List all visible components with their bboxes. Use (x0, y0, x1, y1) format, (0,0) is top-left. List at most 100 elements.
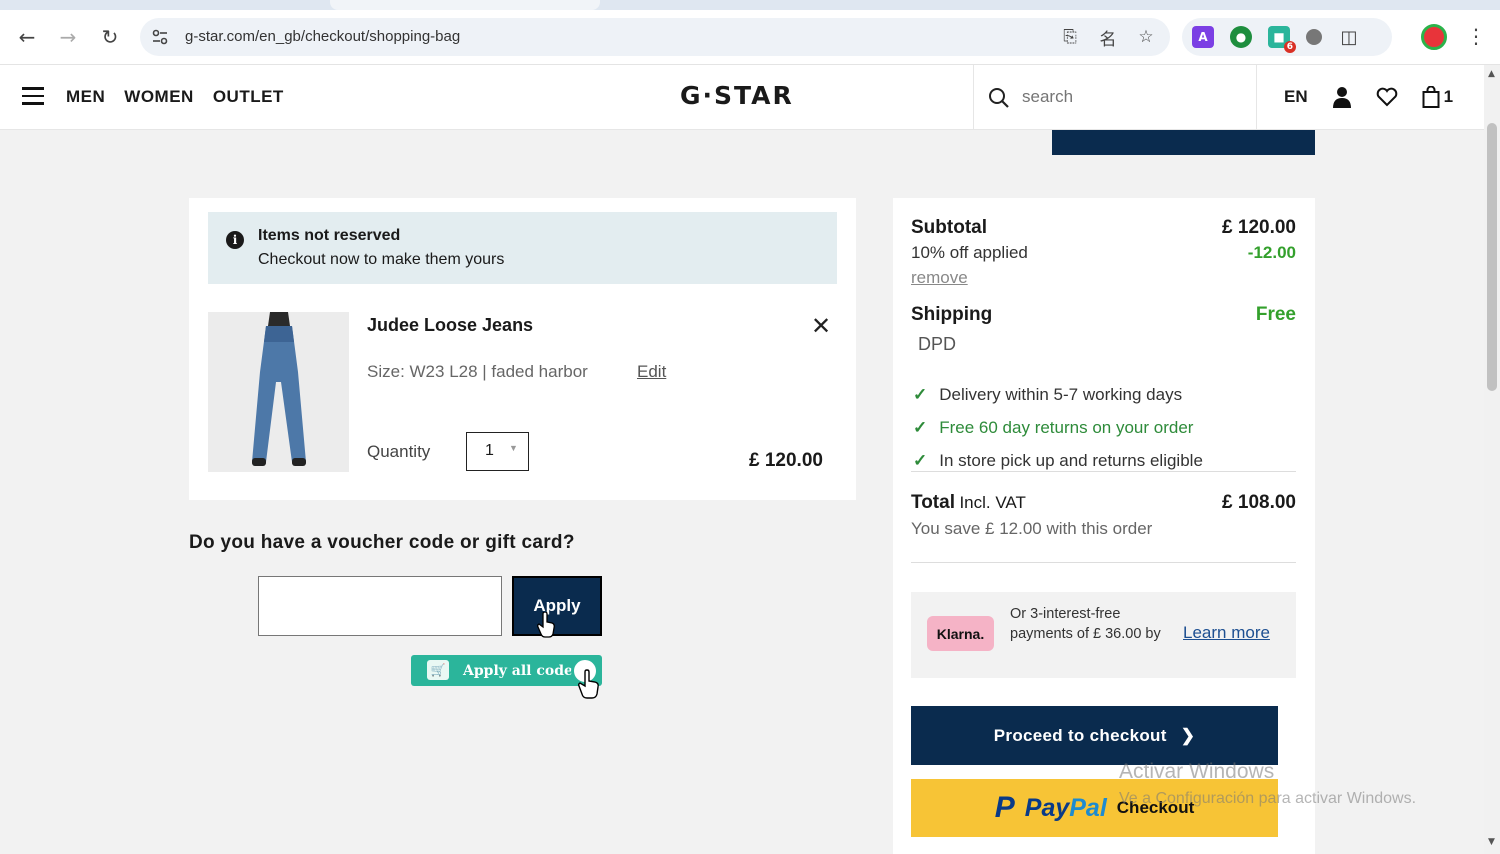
extension-honey-icon[interactable]: ■ 6 (1268, 26, 1296, 53)
reload-icon[interactable]: ↻ (95, 22, 125, 52)
tab-strip (0, 0, 1500, 10)
checkmark-icon: ✓ (913, 417, 928, 437)
forward-icon[interactable]: → (53, 22, 83, 52)
active-tab[interactable] (330, 0, 600, 10)
shipping-carrier: DPD (918, 334, 957, 354)
top-checkout-button-fragment[interactable] (1052, 130, 1315, 155)
extension-a-icon[interactable]: A (1192, 26, 1214, 48)
extension-badge: 6 (1283, 41, 1296, 53)
nav-men[interactable]: MEN (66, 87, 105, 107)
voucher-code-input[interactable] (258, 576, 502, 636)
browser-menu-icon[interactable]: ⋮ (1466, 24, 1486, 48)
install-app-icon[interactable]: ⎘ (1058, 25, 1082, 49)
nav-women[interactable]: WOMEN (124, 87, 194, 107)
shipping-value: Free (1255, 304, 1296, 325)
extension-grammar-icon[interactable]: ● (1230, 26, 1252, 48)
notice-subtitle: Checkout now to make them yours (258, 251, 505, 268)
benefits-list: ✓ Delivery within 5-7 working days ✓ Free … (913, 378, 1203, 477)
total-suffix: Incl. VAT (959, 493, 1026, 512)
extensions-puzzle-icon[interactable]: ◫ (1338, 26, 1360, 48)
watermark-line-1: Activar Windows (1119, 760, 1275, 783)
remove-discount-link[interactable]: remove (911, 268, 968, 288)
apply-all-codes-label: Apply all codes (463, 662, 581, 679)
checkmark-icon: ✓ (913, 384, 928, 404)
windows-activation-watermark: Activar Windows Ve a Configuración para … (1119, 760, 1416, 808)
remove-item-close-icon[interactable]: ✕ (811, 312, 831, 340)
voucher-title: Do you have a voucher code or gift card? (189, 532, 575, 553)
paypal-wordmark: PayPal (1025, 794, 1107, 823)
extensions-area: A ● ■ 6 ◫ (1182, 18, 1392, 56)
reservation-notice: i Items not reserved Checkout now to mak… (208, 212, 837, 284)
chevron-right-icon: ❯ (1180, 725, 1196, 745)
benefit-text: In store pick up and returns eligible (939, 450, 1203, 470)
bag-item-card: i Items not reserved Checkout now to mak… (189, 198, 856, 500)
subtotal-value: £ 120.00 (1222, 217, 1296, 238)
proceed-to-checkout-button[interactable]: Proceed to checkout ❯ (911, 706, 1278, 765)
savings-text: You save £ 12.00 with this order (911, 519, 1153, 538)
chevron-down-icon: ▼ (509, 443, 518, 453)
translate-icon[interactable]: 名 (1096, 25, 1120, 50)
list-item: ✓ Free 60 day returns on your order (913, 411, 1203, 444)
nav-outlet[interactable]: OUTLET (213, 87, 284, 107)
watermark-line-2: Ve a Configuración para activar Windows. (1119, 790, 1417, 807)
total-label-group: Total Incl. VAT (911, 492, 1026, 514)
apply-all-codes-button[interactable]: 🛒 Apply all codes (411, 655, 602, 686)
edit-item-link[interactable]: Edit (637, 362, 666, 382)
hamburger-menu-icon[interactable] (22, 87, 44, 105)
gstar-logo[interactable]: G·STAR (680, 81, 794, 110)
total-value: £ 108.00 (1222, 492, 1296, 513)
site-header: MEN WOMEN OUTLET G·STAR EN 1 (0, 65, 1484, 130)
scrollbar-thumb[interactable] (1487, 123, 1497, 391)
language-selector[interactable]: EN (1284, 87, 1308, 107)
account-icon[interactable] (1332, 86, 1352, 108)
paypal-pal: Pal (1069, 793, 1107, 822)
divider (911, 562, 1296, 563)
item-price: £ 120.00 (749, 450, 823, 471)
back-icon[interactable]: ← (12, 22, 42, 52)
order-summary: Subtotal £ 120.00 10% off applied -12.00… (893, 198, 1315, 854)
product-name[interactable]: Judee Loose Jeans (367, 315, 533, 336)
address-bar[interactable]: g-star.com/en_gb/checkout/shopping-bag ⎘… (140, 18, 1170, 56)
shopping-bag-icon[interactable] (1422, 86, 1440, 108)
product-image[interactable] (208, 312, 349, 472)
browser-toolbar: ← → ↻ g-star.com/en_gb/checkout/shopping… (0, 10, 1500, 65)
url-text[interactable]: g-star.com/en_gb/checkout/shopping-bag (185, 28, 460, 45)
quantity-select[interactable]: 1 ▼ (466, 432, 529, 471)
discount-label: 10% off applied (911, 243, 1028, 262)
wishlist-heart-icon[interactable] (1376, 87, 1398, 107)
checkout-label: Proceed to checkout (993, 725, 1167, 745)
apply-voucher-button[interactable]: Apply (512, 576, 602, 636)
klarna-learn-more-link[interactable]: Learn more (1183, 623, 1270, 643)
main-nav: MEN WOMEN OUTLET (66, 87, 284, 107)
subtotal-label: Subtotal (911, 217, 987, 238)
total-label: Total (911, 492, 955, 513)
bag-count[interactable]: 1 (1444, 87, 1453, 107)
notice-title: Items not reserved (258, 227, 401, 244)
search-icon[interactable] (988, 87, 1010, 109)
quantity-value: 1 (485, 442, 494, 459)
extension-circle-icon[interactable] (1306, 29, 1322, 45)
search-input[interactable] (1022, 83, 1222, 111)
site-settings-icon[interactable] (150, 27, 170, 47)
paypal-p-logo-icon: P (994, 791, 1015, 824)
mouse-pointer-hand-icon (537, 612, 555, 638)
quantity-label: Quantity (367, 442, 431, 461)
product-meta: Size: W23 L28 | faded harbor (367, 362, 588, 381)
scroll-down-arrow-icon[interactable]: ▼ (1488, 837, 1495, 847)
hand-pointer-icon (577, 669, 599, 699)
benefit-text: Free 60 day returns on your order (939, 417, 1194, 437)
list-item: ✓ Delivery within 5-7 working days (913, 378, 1203, 411)
klarna-logo: Klarna. (927, 616, 994, 651)
klarna-promo: Klarna. Or 3-interest-free payments of £… (911, 592, 1296, 678)
search-box (973, 65, 1257, 129)
discount-value: -12.00 (1247, 243, 1296, 262)
benefit-text: Delivery within 5-7 working days (939, 384, 1183, 404)
list-item: ✓ In store pick up and returns eligible (913, 444, 1203, 477)
profile-avatar[interactable] (1421, 24, 1447, 50)
honey-cart-icon: 🛒 (427, 660, 449, 680)
scroll-up-arrow-icon[interactable]: ▲ (1488, 69, 1495, 79)
page-scrollbar[interactable]: ▲ ▼ (1484, 65, 1500, 854)
bookmark-star-icon[interactable]: ☆ (1134, 25, 1158, 49)
header-actions: EN 1 (1284, 86, 1453, 108)
shipping-label: Shipping (911, 304, 993, 325)
